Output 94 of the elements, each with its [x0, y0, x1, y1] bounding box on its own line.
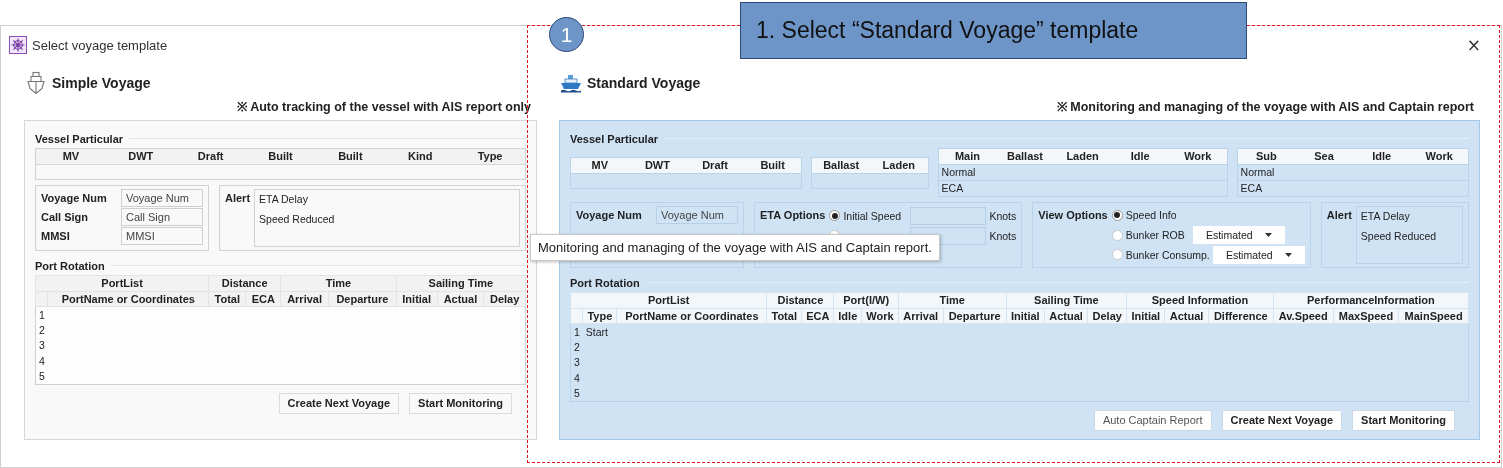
group-header: Sailing Time	[396, 275, 526, 291]
caret-icon	[1264, 233, 1272, 237]
field-label: MMSI	[41, 229, 71, 244]
ship-icon	[25, 71, 47, 95]
column-header: Draft	[686, 157, 744, 173]
group-header: PortList	[570, 292, 767, 308]
column-header: Sea	[1295, 149, 1353, 164]
action-button[interactable]: Start Monitoring	[1352, 409, 1455, 431]
template-note: ※ Auto tracking of the vessel with AIS report only	[237, 99, 532, 116]
grid-cell: Start	[582, 323, 617, 340]
group-header: Time	[898, 292, 1007, 308]
column-header: Ballast	[996, 149, 1054, 164]
column-header: Kind	[385, 149, 456, 164]
column-header: Laden	[870, 157, 928, 173]
row-number: 5	[35, 368, 48, 385]
section-label: Port Rotation	[570, 276, 640, 289]
group-header: Speed Information	[1126, 292, 1274, 308]
column-header: Work	[1410, 149, 1468, 164]
group-header: Distance	[208, 275, 281, 291]
group-header: Port(I/W)	[833, 292, 899, 308]
field-label: Call Sign	[41, 210, 90, 225]
group-header: Time	[280, 275, 397, 291]
radio-option[interactable]: Bunker ROB	[1111, 229, 1190, 241]
template-title: Simple Voyage	[52, 75, 151, 91]
template-panel[interactable]	[24, 120, 537, 440]
section-label: Vessel Particular	[35, 132, 124, 145]
action-button[interactable]: Create Next Voyage	[1221, 409, 1343, 431]
text-field[interactable]: Voyage Num	[121, 189, 203, 207]
row-label: Normal	[1237, 164, 1468, 180]
row-label: ECA	[938, 180, 1227, 196]
column-header: DWT	[105, 149, 176, 164]
column-header: Ballast	[812, 157, 870, 173]
alert-item: ETA Delay	[1360, 209, 1411, 224]
alert-item: Speed Reduced	[1360, 229, 1438, 244]
radio-option[interactable]: Initial Speed	[829, 209, 908, 222]
caret-icon	[1284, 252, 1292, 257]
column-header: Sub	[1237, 149, 1296, 164]
options-label: ETA Options	[760, 208, 826, 221]
group-header: Distance	[766, 292, 834, 308]
column-header: Idle	[1352, 149, 1411, 164]
radio-option[interactable]: Speed Info	[1111, 209, 1190, 222]
text-field[interactable]: Call Sign	[121, 208, 203, 226]
tooltip: Monitoring and managing of the voyage with AIS and Captain report.	[530, 234, 940, 261]
unit-label: Knots	[989, 209, 1017, 222]
column-header: Laden	[1053, 149, 1112, 164]
alert-item: Speed Reduced	[259, 212, 336, 227]
options-label: View Options	[1038, 208, 1108, 221]
column-header: Work	[1169, 149, 1227, 164]
column-header: Idle	[1111, 149, 1169, 164]
template-note: ※ Monitoring and managing of the voyage with AIS and Captain report	[1056, 99, 1475, 116]
speed-field[interactable]	[910, 206, 987, 225]
row-number: 5	[570, 385, 583, 402]
unit-label: Knots	[989, 229, 1017, 242]
window-title: Select voyage template	[32, 37, 168, 53]
alert-item: ETA Delay	[259, 192, 309, 207]
column-header: DWT	[628, 157, 687, 173]
field-label: Voyage Num	[576, 208, 643, 223]
section-label: Vessel Particular	[570, 132, 659, 145]
row-number: 2	[570, 339, 583, 355]
dropdown[interactable]: Estimated	[1212, 245, 1305, 264]
row-label: Normal	[938, 164, 1227, 180]
column-header: MV	[571, 157, 629, 173]
callout-box: 1. Select “Standard Voyage” template	[740, 2, 1247, 59]
section-label: Port Rotation	[35, 259, 105, 272]
row-number: 1	[570, 323, 583, 340]
row-label: ECA	[1237, 180, 1468, 196]
column-header: Built	[245, 149, 316, 164]
template-title: Standard Voyage	[587, 75, 701, 91]
row-number: 1	[35, 306, 48, 323]
alert-label: Alert	[225, 191, 251, 204]
action-button[interactable]: Start Monitoring	[409, 392, 512, 414]
close-button[interactable]: ×	[1464, 35, 1483, 55]
text-field[interactable]: Voyage Num	[656, 206, 738, 224]
app-icon	[9, 36, 27, 54]
column-header: Main	[938, 149, 997, 164]
radio-option[interactable]: Bunker Consump.	[1111, 248, 1210, 261]
row-number: 4	[570, 370, 583, 386]
dropdown[interactable]: Estimated	[1192, 226, 1285, 244]
text-field[interactable]: MMSI	[121, 227, 203, 245]
field-label: Voyage Num	[41, 191, 108, 206]
column-header: Built	[315, 149, 386, 164]
row-number: 3	[35, 337, 48, 354]
column-header: Type	[455, 149, 525, 164]
row-number: 3	[570, 354, 583, 371]
action-button[interactable]: Create Next Voyage	[278, 392, 400, 414]
column-header: Built	[743, 157, 802, 173]
row-number: 4	[35, 353, 48, 369]
group-header: Sailing Time	[1006, 292, 1127, 308]
column-header: MV	[36, 149, 106, 164]
group-header: PerformanceInformation	[1273, 292, 1469, 308]
row-number: 2	[35, 322, 48, 338]
alert-label: Alert	[1326, 208, 1352, 221]
group-header: PortList	[35, 275, 209, 291]
column-header: Draft	[175, 149, 246, 164]
